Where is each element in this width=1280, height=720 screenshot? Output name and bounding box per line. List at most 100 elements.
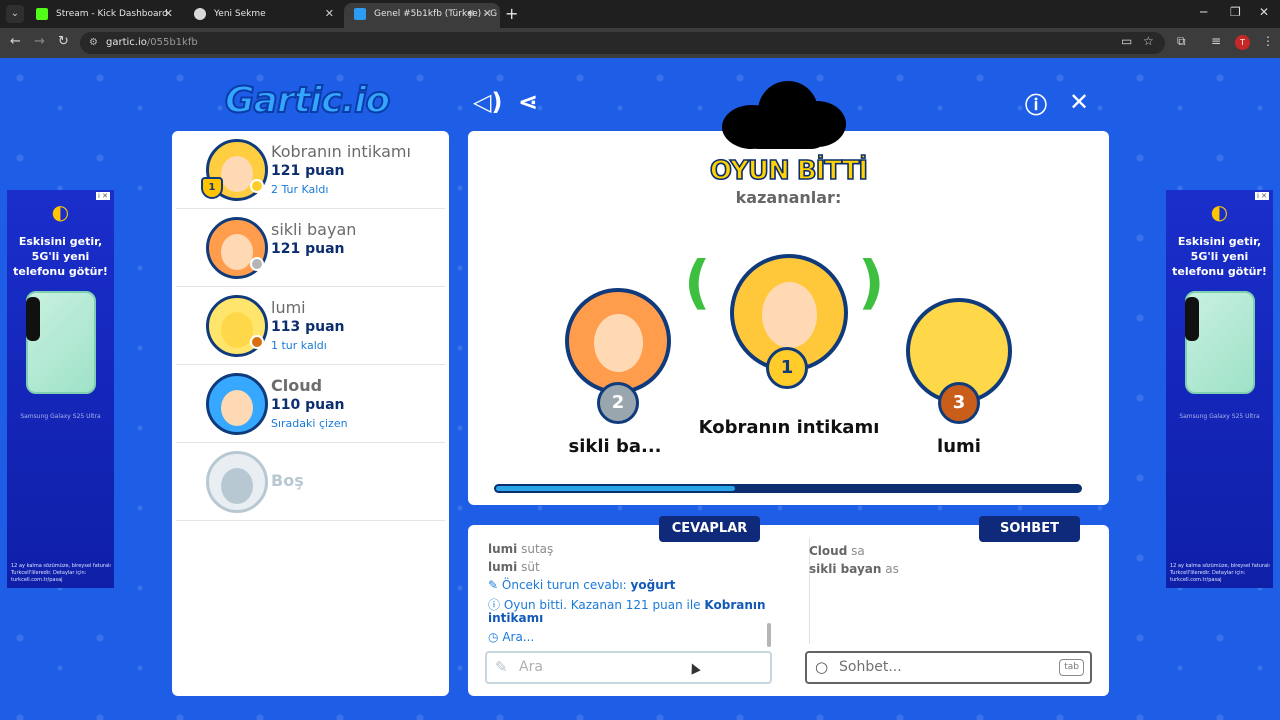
game-page: Gartic.io ◁) ⋖ ⓘ ✕ i ✕ ◐ Eskisini getir,… — [0, 58, 1280, 720]
chat-message: sikli bayan as — [809, 562, 899, 576]
message-user: sikli bayan — [809, 562, 882, 576]
player-row[interactable]: Cloud 110 puan Sıradaki çizen — [176, 365, 445, 443]
pencil-icon: ✎ — [495, 658, 508, 676]
back-icon[interactable]: ← — [10, 34, 21, 49]
phone-image — [1184, 291, 1255, 394]
ad-headline: Eskisini getir, 5G'li yeni telefonu götü… — [1172, 235, 1267, 278]
close-window-icon[interactable]: ✕ — [1259, 5, 1269, 19]
player-row[interactable]: sikli bayan 121 puan — [176, 209, 445, 287]
answers-scrollbar[interactable] — [767, 623, 771, 647]
chat-input[interactable]: ○ Sohbet... tab — [805, 651, 1092, 684]
extensions-icon[interactable]: ⧉ — [1177, 34, 1186, 49]
left-advertisement[interactable]: i ✕ ◐ Eskisini getir, 5G'li yeni telefon… — [7, 190, 114, 588]
player-row[interactable]: 1 Kobranın intikamı 121 puan 2 Tur Kaldı — [176, 131, 445, 209]
minimize-icon[interactable]: ─ — [1200, 5, 1207, 19]
second-place-name: sikli ba... — [568, 436, 662, 457]
chat-message: Cloud sa — [809, 544, 865, 558]
browser-tab-new[interactable]: Yeni Sekme ✕ — [184, 3, 342, 28]
laurel-right-icon: ) — [858, 248, 885, 316]
answer-message: lumi süt — [488, 560, 540, 574]
avatar-silhouette — [221, 468, 253, 504]
ad-footer: 12 ay kalma sözümüze, bireysel faturalı … — [1170, 563, 1270, 583]
answer-input[interactable]: ✎ Ara — [485, 651, 772, 684]
player-name: sikli bayan — [271, 220, 357, 239]
answer-message: lumi sutaş — [488, 542, 553, 556]
player-name: lumi — [271, 298, 306, 317]
more-menu-icon[interactable]: ⋮ — [1262, 34, 1274, 48]
answers-tab[interactable]: CEVAPLAR — [659, 516, 760, 542]
players-panel: 1 Kobranın intikamı 121 puan 2 Tur Kaldı… — [172, 131, 449, 696]
browser-toolbar: ← → ↻ ⚙ gartic.io/055b1kfb ▭ ☆ ⧉ ≡ T ⋮ — [0, 28, 1280, 58]
ad-footer: 12 ay kalma sözümüze, bireysel faturalı … — [11, 563, 111, 583]
close-tab-icon[interactable]: ✕ — [325, 3, 334, 25]
info-icon[interactable]: ⓘ — [1025, 88, 1047, 120]
restore-icon[interactable]: ❐ — [1230, 5, 1241, 19]
avatar-face — [934, 323, 984, 383]
audio-playing-icon[interactable]: 🔊︎ — [468, 3, 474, 25]
message-text: sutaş — [521, 542, 554, 556]
player-status: 2 Tur Kaldı — [271, 183, 329, 196]
avatar-face — [593, 313, 643, 373]
right-advertisement[interactable]: i ✕ ◐ Eskisini getir, 5G'li yeni telefon… — [1166, 190, 1273, 588]
chat-tab[interactable]: SOHBET — [979, 516, 1080, 542]
browser-tab-kick[interactable]: Stream - Kick Dashboard ✕ — [26, 3, 181, 28]
reload-icon[interactable]: ↻ — [58, 34, 69, 49]
player-score: 121 puan — [271, 163, 345, 179]
searching-message: ◷ Ara... — [488, 630, 534, 644]
new-tab-button[interactable]: + — [505, 4, 518, 23]
avatar-face — [221, 156, 253, 192]
message-user: lumi — [488, 542, 518, 556]
ad-choices-icon[interactable]: i ✕ — [95, 192, 110, 200]
exit-close-icon[interactable]: ✕ — [1069, 88, 1089, 116]
previous-answer-value: yoğurt — [630, 578, 676, 592]
avatar-face — [761, 282, 817, 349]
previous-answer-label: Önceki turun cevabı: — [501, 578, 627, 592]
address-bar[interactable]: ⚙ gartic.io/055b1kfb — [80, 32, 1165, 54]
avatar-face — [221, 312, 253, 348]
third-place-name: lumi — [937, 436, 981, 457]
player-score: 110 puan — [271, 397, 345, 413]
share-icon[interactable]: ⋖ — [518, 88, 538, 116]
round-timer-bar — [494, 484, 1082, 493]
ad-choices-icon[interactable]: i ✕ — [1254, 192, 1269, 200]
tab-title: Genel #5b1kfb (Türkçe) - G — [374, 9, 498, 19]
tab-title: Stream - Kick Dashboard — [56, 9, 168, 19]
ad-product: Samsung Galaxy S25 Ultra — [20, 413, 101, 420]
player-avatar — [206, 373, 268, 435]
searching-text: Ara... — [502, 630, 535, 644]
status-badge — [250, 257, 264, 271]
message-text: süt — [521, 560, 540, 574]
status-badge — [250, 335, 264, 349]
game-over-title: OYUN BİTTİ — [709, 155, 869, 187]
close-tab-icon[interactable]: ✕ — [483, 3, 492, 25]
message-text: sa — [851, 544, 865, 558]
empty-slot[interactable]: Boş — [176, 443, 445, 521]
chrome-favicon-icon — [194, 8, 206, 20]
site-info-icon[interactable]: ⚙ — [89, 32, 98, 54]
browser-tab-strip: ⌄ Stream - Kick Dashboard ✕ Yeni Sekme ✕… — [0, 0, 1280, 28]
chat-placeholder: Sohbet... — [839, 659, 902, 675]
turkcell-logo-icon: ◐ — [51, 200, 70, 224]
forward-icon[interactable]: → — [34, 34, 45, 49]
player-score: 121 puan — [271, 241, 345, 257]
browser-tab-gartic[interactable]: Genel #5b1kfb (Türkçe) - G 🔊︎ ✕ — [344, 3, 500, 28]
game-over-text: Oyun bitti. Kazanan 121 puan ile — [503, 598, 701, 612]
sound-icon[interactable]: ◁) — [473, 88, 502, 116]
turkcell-logo-icon: ◐ — [1210, 200, 1229, 224]
url-path: /055b1kfb — [146, 37, 198, 48]
player-row[interactable]: lumi 113 puan 1 tur kaldı — [176, 287, 445, 365]
bookmark-star-icon[interactable]: ☆ — [1143, 34, 1154, 48]
tab-title: Yeni Sekme — [214, 9, 266, 19]
tab-key-hint: tab — [1059, 659, 1084, 676]
close-tab-icon[interactable]: ✕ — [164, 3, 173, 25]
media-control-icon[interactable]: ≡ — [1211, 34, 1221, 48]
tab-search-button[interactable]: ⌄ — [6, 5, 24, 23]
gartic-logo[interactable]: Gartic.io — [224, 79, 391, 122]
trophy-icon: 1 — [201, 177, 223, 199]
cast-icon[interactable]: ▭ — [1121, 34, 1132, 48]
avatar-face — [221, 234, 253, 270]
player-status: Sıradaki çizen — [271, 417, 348, 430]
player-status: 1 tur kaldı — [271, 339, 327, 352]
profile-avatar[interactable]: T — [1235, 35, 1250, 50]
ad-headline: Eskisini getir, 5G'li yeni telefonu götü… — [13, 235, 108, 278]
